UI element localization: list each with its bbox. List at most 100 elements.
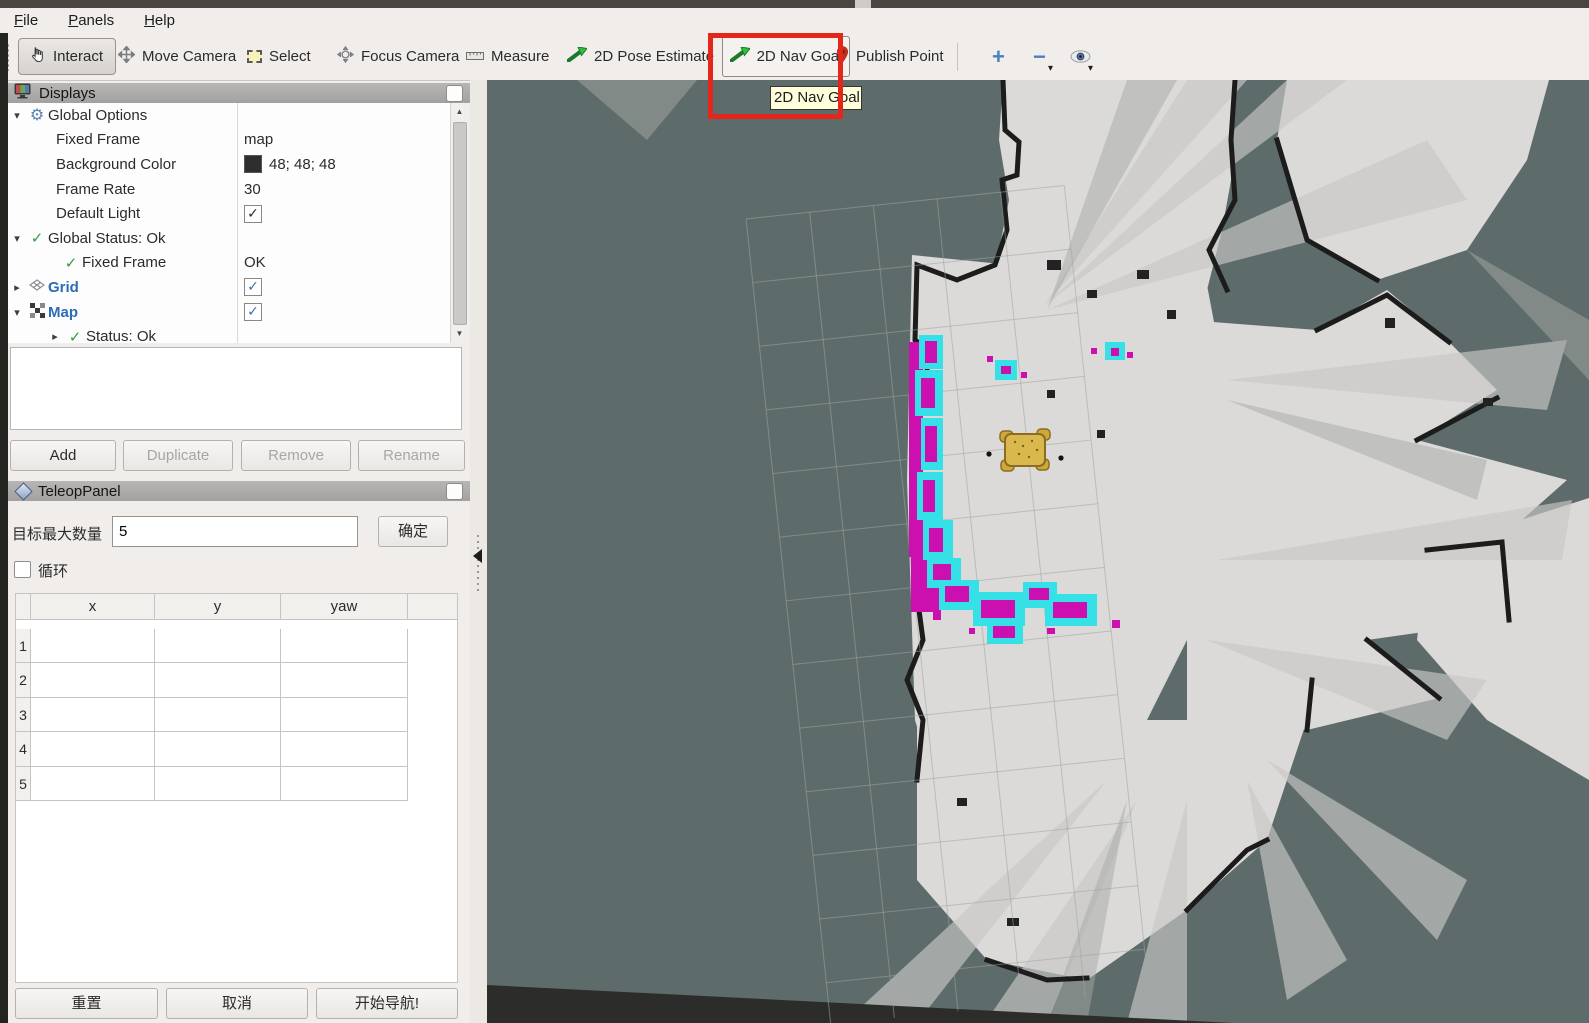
selection-box-icon <box>247 50 262 63</box>
goals-table: x y yaw 1 2 3 4 5 <box>15 593 458 983</box>
goal-count-input[interactable] <box>112 516 358 547</box>
column-header-x[interactable]: x <box>31 594 155 620</box>
expander-icon[interactable]: ▾ <box>8 232 26 245</box>
start-navigation-button[interactable]: 开始导航! <box>316 988 458 1019</box>
expander-icon[interactable]: ▸ <box>46 330 64 343</box>
tree-label: Fixed Frame <box>82 254 166 271</box>
expander-icon[interactable]: ▾ <box>8 109 26 122</box>
render-viewport[interactable] <box>487 80 1589 1023</box>
cell-4-yaw[interactable] <box>281 732 408 767</box>
expander-icon[interactable]: ▾ <box>8 306 26 319</box>
duplicate-button[interactable]: Duplicate <box>123 440 233 471</box>
tree-row-background-color[interactable]: Background Color 48; 48; 48 <box>8 152 450 177</box>
grid-enabled-checkbox[interactable]: ✓ <box>244 278 262 296</box>
tree-label: Status: Ok <box>86 328 156 343</box>
cell-3-yaw[interactable] <box>281 698 408 733</box>
tree-row-map-status-clipped[interactable]: ▸ ✓ Status: Ok <box>8 324 450 343</box>
tree-row-grid[interactable]: ▸ Grid ✓ <box>8 275 450 300</box>
scroll-down-icon[interactable]: ▼ <box>451 325 468 343</box>
gear-icon: ⚙ <box>26 105 48 125</box>
map-3d-view[interactable] <box>487 80 1589 1023</box>
tree-scrollbar[interactable]: ▲ ▼ <box>450 103 468 343</box>
displays-panel-title: Displays <box>39 85 96 102</box>
remove-button[interactable]: Remove <box>241 440 351 471</box>
column-header-y[interactable]: y <box>155 594 281 620</box>
tree-row-global-options[interactable]: ▾ ⚙ Global Options <box>8 103 450 128</box>
reset-button[interactable]: 重置 <box>15 988 158 1019</box>
menu-help[interactable]: Help <box>144 12 175 29</box>
collapse-panel-icon[interactable] <box>473 549 482 563</box>
cell-4-y[interactable] <box>155 732 281 767</box>
loop-label: 循环 <box>38 560 68 581</box>
expander-icon[interactable]: ▸ <box>8 281 26 294</box>
splitter-dots <box>477 535 479 595</box>
displays-panel-header[interactable]: Displays <box>8 83 470 103</box>
menubar: File Panels Help <box>0 8 1589 33</box>
move-camera-tool[interactable]: Move Camera <box>118 33 236 80</box>
displays-panel-float-checkbox[interactable] <box>446 85 463 102</box>
add-button[interactable]: Add <box>10 440 116 471</box>
cell-2-x[interactable] <box>31 663 155 698</box>
cell-3-y[interactable] <box>155 698 281 733</box>
cell-1-x[interactable] <box>31 629 155 664</box>
toolbar-separator <box>957 43 958 71</box>
measure-label: Measure <box>491 48 549 65</box>
pose-estimate-label: 2D Pose Estimate <box>594 48 714 65</box>
row-header-2[interactable]: 2 <box>16 663 31 698</box>
fixed-frame-value[interactable]: map <box>244 131 273 148</box>
pose-estimate-tool[interactable]: 2D Pose Estimate <box>567 33 714 80</box>
loop-checkbox[interactable] <box>14 561 31 578</box>
panel-splitter[interactable] <box>470 80 487 1023</box>
cell-5-yaw[interactable] <box>281 767 408 802</box>
row-header-5[interactable]: 5 <box>16 767 31 802</box>
map-enabled-checkbox[interactable]: ✓ <box>244 303 262 321</box>
cell-1-y[interactable] <box>155 629 281 664</box>
visibility-caret-icon[interactable]: ▾ <box>1088 63 1093 74</box>
cell-2-y[interactable] <box>155 663 281 698</box>
frame-rate-value[interactable]: 30 <box>244 181 261 198</box>
interact-tool-button[interactable]: Interact <box>18 38 116 75</box>
measure-tool[interactable]: Measure <box>466 33 549 80</box>
column-header-yaw[interactable]: yaw <box>281 594 408 620</box>
cell-3-x[interactable] <box>31 698 155 733</box>
rviz-window: File Panels Help Interact Move Camera Se… <box>0 0 1589 1023</box>
publish-point-tool[interactable]: Publish Point <box>836 33 944 80</box>
zoom-in-icon[interactable]: + <box>992 33 1005 80</box>
confirm-button[interactable]: 确定 <box>378 516 448 547</box>
teleop-panel-header[interactable]: TeleopPanel <box>8 481 470 501</box>
focus-camera-tool[interactable]: Focus Camera <box>337 33 459 80</box>
cancel-button[interactable]: 取消 <box>166 988 308 1019</box>
cell-5-x[interactable] <box>31 767 155 802</box>
cell-1-yaw[interactable] <box>281 629 408 664</box>
teleop-panel-float-checkbox[interactable] <box>446 483 463 500</box>
default-light-checkbox[interactable]: ✓ <box>244 205 262 223</box>
cell-5-y[interactable] <box>155 767 281 802</box>
row-header-1[interactable]: 1 <box>16 629 31 664</box>
tree-row-frame-rate[interactable]: Frame Rate 30 <box>8 177 450 202</box>
color-value-text: 48; 48; 48 <box>269 156 336 173</box>
rename-button[interactable]: Rename <box>358 440 465 471</box>
menu-panels[interactable]: Panels <box>68 12 114 29</box>
tree-row-fixed-frame-status[interactable]: ✓ Fixed Frame OK <box>8 251 450 276</box>
teleop-panel-title: TeleopPanel <box>38 483 121 500</box>
tree-row-global-status[interactable]: ▾ ✓ Global Status: Ok <box>8 226 450 251</box>
background-color-value[interactable]: 48; 48; 48 <box>244 155 336 173</box>
status-ok-check-icon: ✓ <box>60 254 82 272</box>
cell-4-x[interactable] <box>31 732 155 767</box>
menu-file[interactable]: File <box>14 12 38 29</box>
row-header-4[interactable]: 4 <box>16 732 31 767</box>
scroll-up-icon[interactable]: ▲ <box>451 103 468 121</box>
cell-2-yaw[interactable] <box>281 663 408 698</box>
nav-goal-highlight-box <box>708 33 843 119</box>
tree-row-map[interactable]: ▾ Map ✓ <box>8 300 450 325</box>
zoom-out-icon[interactable]: − <box>1033 33 1046 80</box>
zoom-out-caret-icon[interactable]: ▾ <box>1048 63 1053 74</box>
move-arrows-icon <box>118 46 135 67</box>
tree-row-default-light[interactable]: Default Light ✓ <box>8 201 450 226</box>
select-tool[interactable]: Select <box>247 33 311 80</box>
row-header-3[interactable]: 3 <box>16 698 31 733</box>
tree-row-fixed-frame[interactable]: Fixed Frame map <box>8 128 450 153</box>
focus-camera-label: Focus Camera <box>361 48 459 65</box>
scrollbar-thumb[interactable] <box>453 122 467 325</box>
crosshair-icon <box>337 46 354 67</box>
